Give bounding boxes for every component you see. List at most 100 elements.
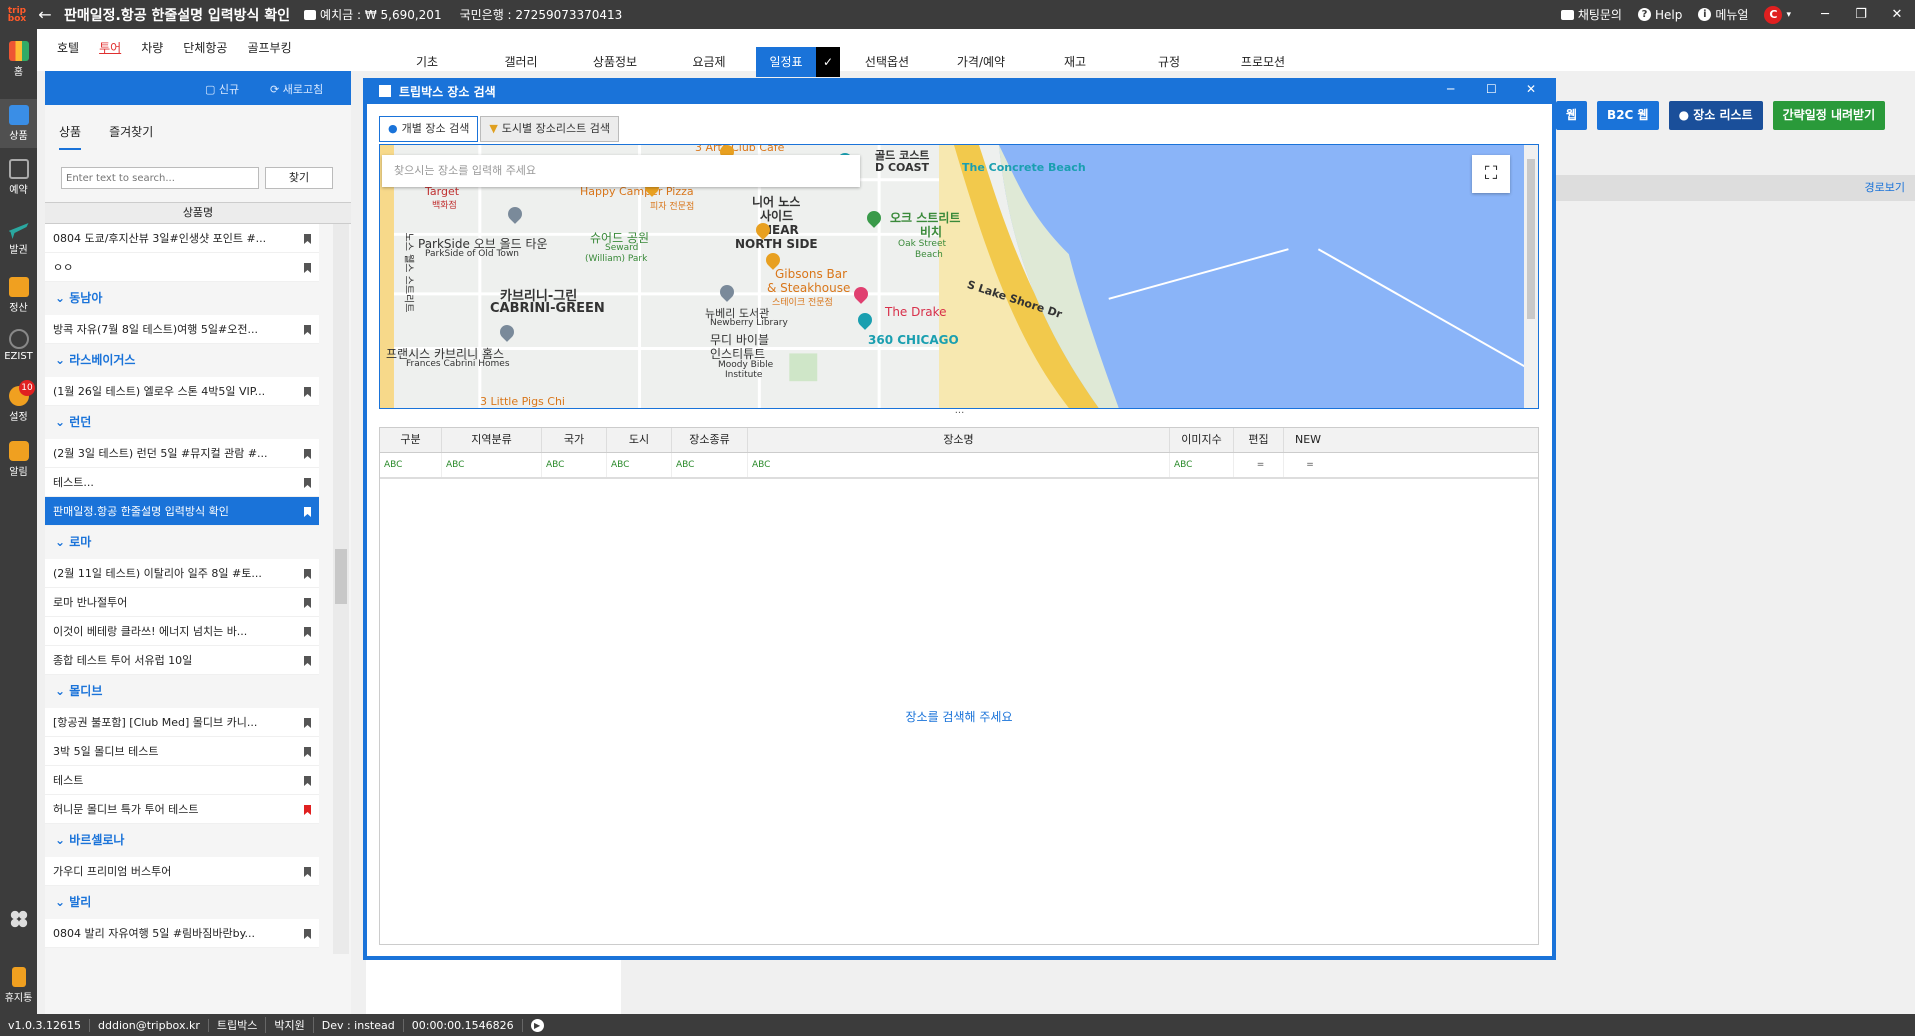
place-list-button[interactable]: ● 장소 리스트 (1668, 101, 1763, 130)
bookmark-icon[interactable] (304, 747, 311, 757)
tab-options[interactable]: 선택옵션 (840, 47, 934, 77)
product-search-input[interactable] (61, 167, 259, 189)
list-item[interactable]: 0804 도쿄/후지산뷰 3일#인생샷 포인트 #... (45, 224, 319, 253)
tab-policy[interactable]: 규정 (1122, 47, 1216, 77)
filter-new[interactable]: = (1284, 453, 1332, 477)
bookmark-icon[interactable] (304, 478, 311, 488)
list-item[interactable]: 허니문 몰디브 특가 투어 테스트 (45, 795, 319, 824)
rail-product[interactable]: 상품 (0, 99, 37, 148)
list-item[interactable]: (1월 26일 테스트) 엘로우 스톤 4박5일 VIP... (45, 377, 319, 406)
list-item[interactable]: 종합 테스트 투어 서유럽 10일 (45, 646, 319, 675)
bookmark-icon[interactable] (304, 718, 311, 728)
menu-tour[interactable]: 투어 (99, 39, 121, 56)
filter-region[interactable]: ABC (442, 453, 542, 477)
col-region[interactable]: 지역분류 (442, 428, 542, 452)
filter-country[interactable]: ABC (542, 453, 607, 477)
tab-product-info[interactable]: 상품정보 (568, 47, 662, 77)
dialog-minimize-button[interactable]: ─ (1447, 82, 1454, 96)
tab-basic[interactable]: 기초 (380, 47, 474, 77)
account-menu[interactable]: C ▾ (1764, 5, 1791, 24)
bookmark-icon[interactable] (304, 867, 311, 877)
filter-category[interactable]: ABC (380, 453, 442, 477)
list-item[interactable]: 방콕 자유(7월 8일 테스트)여행 5일#오전... (45, 315, 319, 344)
bookmark-icon[interactable] (304, 929, 311, 939)
minimize-button[interactable]: ─ (1807, 7, 1843, 22)
list-item[interactable]: (2월 3일 테스트) 런던 5일 #뮤지컬 관람 #... (45, 439, 319, 468)
download-summary-button[interactable]: 간략일정 내려받기 (1772, 101, 1886, 130)
tab-promotion[interactable]: 프로모션 (1216, 47, 1310, 77)
filter-city[interactable]: ABC (607, 453, 672, 477)
list-group-header[interactable]: ⌄ 바르셀로나 (45, 824, 351, 857)
col-city[interactable]: 도시 (607, 428, 672, 452)
menu-golf[interactable]: 골프부킹 (247, 39, 291, 56)
tab-inventory[interactable]: 재고 (1028, 47, 1122, 77)
web-button[interactable]: 웹 (1556, 101, 1588, 130)
list-item[interactable]: 테스트... (45, 468, 319, 497)
filter-image-count[interactable]: ABC (1170, 453, 1234, 477)
dialog-close-button[interactable]: ✕ (1526, 82, 1536, 96)
list-item[interactable]: 3박 5일 몰디브 테스트 (45, 737, 319, 766)
rail-ticketing[interactable]: 발권 (0, 219, 37, 256)
fullscreen-icon[interactable]: ⛶ (1472, 155, 1510, 193)
bookmark-icon[interactable] (304, 234, 311, 244)
play-icon[interactable]: ▶ (523, 1018, 552, 1032)
chat-support-button[interactable]: 채팅문의 (1560, 6, 1622, 23)
help-button[interactable]: ? Help (1637, 8, 1682, 22)
manual-button[interactable]: i 메뉴얼 (1698, 6, 1748, 23)
find-button[interactable]: 찾기 (265, 167, 333, 189)
bookmark-icon[interactable] (304, 387, 311, 397)
list-item[interactable]: 가우디 프리미엄 버스투어 (45, 857, 319, 886)
map-view[interactable]: 3 Arts Club Cafe Target 백화점 Happy Camper… (379, 144, 1539, 409)
list-group-header[interactable]: ⌄ 몰디브 (45, 675, 351, 708)
menu-vehicle[interactable]: 차량 (141, 39, 163, 56)
tab-price-booking[interactable]: 가격/예약 (934, 47, 1028, 77)
rail-notice[interactable]: 알림 (0, 441, 37, 478)
list-group-header[interactable]: ⌄ 라스베이거스 (45, 344, 351, 377)
list-group-header[interactable]: ⌄ 동남아 (45, 282, 351, 315)
rail-trash[interactable]: 휴지통 (0, 967, 37, 1004)
col-place-type[interactable]: 장소종류 (672, 428, 748, 452)
rail-home[interactable]: 홈 (0, 41, 37, 78)
b2c-web-button[interactable]: B2C 웹 (1597, 101, 1659, 130)
tab-products[interactable]: 상품 (59, 123, 82, 150)
list-group-header[interactable]: ⌄ 런던 (45, 406, 351, 439)
tab-rate-plan[interactable]: 요금제 (662, 47, 756, 77)
bookmark-icon[interactable] (304, 325, 311, 335)
tab-gallery[interactable]: 갤러리 (474, 47, 568, 77)
filter-place-name[interactable]: ABC (748, 453, 1170, 477)
bookmark-icon[interactable] (304, 598, 311, 608)
list-group-header[interactable]: ⌄ 발리 (45, 886, 351, 919)
col-edit[interactable]: 편집 (1234, 428, 1284, 452)
col-place-name[interactable]: 장소명 (748, 428, 1170, 452)
restore-button[interactable]: ❐ (1843, 7, 1879, 22)
back-arrow-icon[interactable]: ← (34, 5, 56, 24)
list-item[interactable]: (2월 11일 테스트) 이탈리아 일주 8일 #토... (45, 559, 319, 588)
list-item[interactable]: 테스트 (45, 766, 319, 795)
col-new[interactable]: NEW (1284, 428, 1332, 452)
tab-favorites[interactable]: 즐겨찾기 (109, 123, 153, 150)
scroll-thumb[interactable] (335, 549, 347, 604)
bookmark-icon[interactable] (304, 263, 311, 273)
new-button[interactable]: ▢ 신규 (205, 81, 239, 97)
bookmark-icon[interactable] (304, 449, 311, 459)
list-item[interactable]: 0804 발리 자유여행 5일 #림바짐바란by... (45, 919, 319, 948)
list-item[interactable]: 로마 반나절투어 (45, 588, 319, 617)
tab-individual-search[interactable]: ● 개별 장소 검색 (379, 116, 479, 142)
map-search-input[interactable]: 찾으시는 장소를 입력해 주세요 (382, 155, 860, 187)
col-image-count[interactable]: 이미지수 (1170, 428, 1234, 452)
map-scrollbar[interactable] (1524, 145, 1538, 408)
filter-edit[interactable]: = (1234, 453, 1284, 477)
rail-settlement[interactable]: 정산 (0, 277, 37, 314)
rail-settings[interactable]: 10 설정 (0, 380, 37, 423)
bookmark-icon[interactable] (304, 627, 311, 637)
list-item[interactable]: 이것이 베테랑 클라쓰! 에너지 넘치는 바... (45, 617, 319, 646)
list-item[interactable]: ㅇㅇ (45, 253, 319, 282)
tab-itinerary[interactable]: 일정표 (756, 47, 816, 77)
bookmark-icon[interactable] (304, 776, 311, 786)
list-item[interactable]: [항공권 불포함] [Club Med] 몰디브 카니... (45, 708, 319, 737)
list-scrollbar[interactable] (333, 224, 349, 954)
bookmark-icon[interactable] (304, 507, 311, 517)
tab-city-list-search[interactable]: ▼ 도시별 장소리스트 검색 (480, 116, 619, 142)
close-button[interactable]: ✕ (1879, 7, 1915, 22)
splitter-handle[interactable]: ··· (367, 409, 1552, 419)
